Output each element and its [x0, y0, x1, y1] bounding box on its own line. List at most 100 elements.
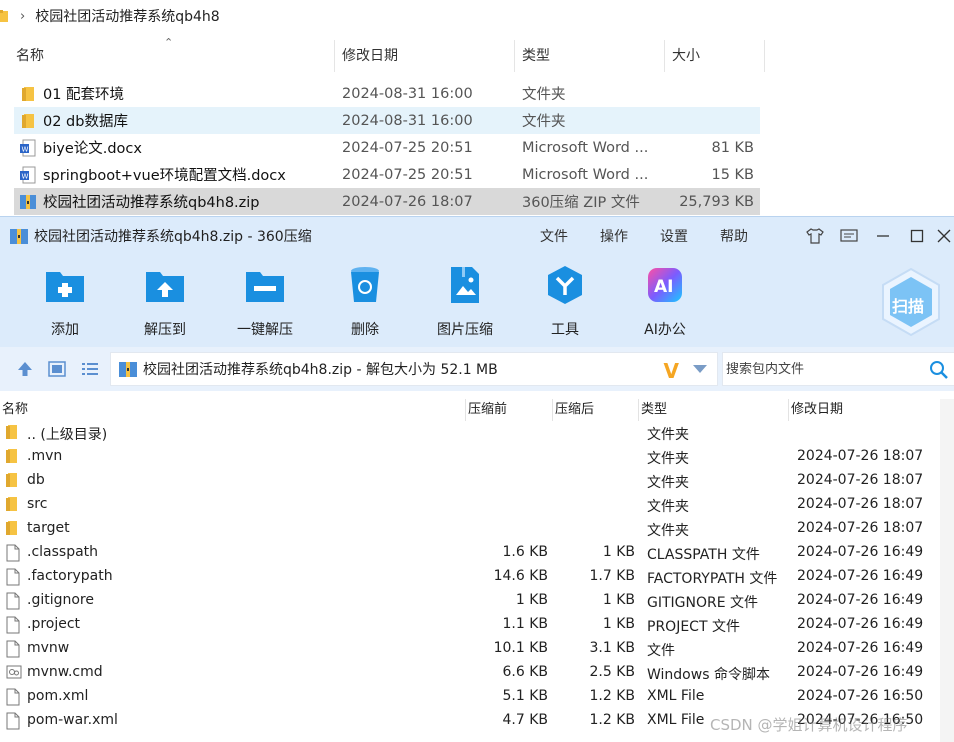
archive-window: 校园社团活动推荐系统qb4h8.zip - 360压缩 文件 操作 设置 帮助 … — [0, 216, 954, 742]
archive-row[interactable]: mvnw 10.1 KB 3.1 KB 文件 2024-07-26 16:49 — [0, 637, 940, 661]
column-divider[interactable] — [764, 40, 765, 72]
file-type: Microsoft Word ... — [522, 166, 649, 183]
entry-name: .. (上级目录) — [27, 427, 108, 443]
menu-help[interactable]: 帮助 — [720, 226, 748, 246]
column-type[interactable]: 类型 — [641, 399, 667, 421]
column-modified[interactable]: 修改日期 — [791, 399, 843, 421]
file-name: springboot+vue环境配置文档.docx — [43, 168, 286, 184]
v-logo-icon[interactable]: V — [664, 359, 679, 383]
entry-date: 2024-07-26 16:50 — [797, 712, 924, 728]
search-field[interactable] — [722, 352, 954, 386]
toolbar: 添加 解压到 一键解压 删除 图片压缩 工具 AI AI办公 扫描 — [0, 255, 954, 347]
column-compressed[interactable]: 压缩后 — [555, 399, 594, 421]
archive-row[interactable]: .. (上级目录) 文件夹 — [0, 421, 940, 445]
archive-row[interactable]: .classpath 1.6 KB 1 KB CLASSPATH 文件 2024-07-… — [0, 541, 940, 565]
column-name[interactable]: 名称 — [2, 399, 28, 421]
column-modified[interactable]: 修改日期 — [334, 40, 514, 72]
entry-type: 文件夹 — [647, 427, 689, 443]
entry-name: db — [27, 472, 45, 488]
menu-operation[interactable]: 操作 — [600, 226, 628, 246]
vertical-scrollbar[interactable] — [940, 399, 954, 742]
entry-name: mvnw.cmd — [27, 664, 103, 680]
archive-row[interactable]: .project 1.1 KB 1 KB PROJECT 文件 2024-07-26 1… — [0, 613, 940, 637]
add-button[interactable]: 添加 — [25, 263, 105, 339]
chevron-right-icon[interactable]: › — [20, 9, 25, 24]
archive-row[interactable]: pom-war.xml 4.7 KB 1.2 KB XML File 2024-07-2… — [0, 709, 940, 733]
image-compress-icon — [443, 263, 487, 307]
folder-icon — [18, 112, 38, 130]
entry-name: .mvn — [27, 448, 63, 464]
minimize-icon[interactable] — [866, 217, 900, 255]
column-divider[interactable] — [788, 399, 789, 421]
archive-row[interactable]: src 文件夹 2024-07-26 18:07 — [0, 493, 940, 517]
image-compress-button[interactable]: 图片压缩 — [425, 263, 505, 339]
extract-to-button[interactable]: 解压到 — [125, 263, 205, 339]
search-input[interactable] — [726, 361, 926, 377]
ai-office-button[interactable]: AI AI办公 — [625, 263, 705, 339]
entry-size: 6.6 KB — [502, 664, 549, 680]
archive-row[interactable]: target 文件夹 2024-07-26 18:07 — [0, 517, 940, 541]
file-type: 360压缩 ZIP 文件 — [522, 195, 640, 211]
scan-button[interactable]: 扫描 — [880, 267, 942, 337]
entry-date: 2024-07-26 16:49 — [797, 544, 924, 560]
folder-icon — [18, 85, 38, 103]
column-name[interactable]: 名称 — [8, 40, 334, 72]
entry-type: XML File — [647, 688, 705, 704]
archive-row[interactable]: .gitignore 1 KB 1 KB GITIGNORE 文件 2024-07-26… — [0, 589, 940, 613]
dropdown-caret-icon[interactable] — [693, 365, 707, 373]
column-size[interactable]: 大小 — [664, 40, 764, 72]
folder-icon — [6, 424, 22, 442]
entry-name: .project — [27, 616, 81, 632]
breadcrumb-path[interactable]: 校园社团活动推荐系统qb4h8 — [35, 6, 219, 26]
breadcrumb: › 校园社团活动推荐系统qb4h8 — [0, 0, 954, 32]
file-row[interactable]: W biye论文.docx 2024-07-25 20:51 Microsoft… — [14, 134, 760, 161]
file-row[interactable]: W springboot+vue环境配置文档.docx 2024-07-25 2… — [14, 161, 760, 188]
column-size[interactable]: 压缩前 — [468, 399, 507, 421]
delete-button[interactable]: 删除 — [325, 263, 405, 339]
one-click-extract-icon — [243, 263, 287, 307]
entry-type: 文件夹 — [647, 451, 689, 467]
menu-file[interactable]: 文件 — [540, 226, 568, 246]
entry-size: 5.1 KB — [502, 688, 549, 704]
extract-to-label: 解压到 — [144, 322, 186, 338]
column-divider[interactable] — [465, 399, 466, 421]
file-date: 2024-08-31 16:00 — [342, 112, 473, 129]
maximize-icon[interactable] — [900, 217, 934, 255]
file-type: 文件夹 — [522, 114, 566, 130]
file-row[interactable]: 01 配套环境 2024-08-31 16:00 文件夹 — [14, 80, 760, 107]
archive-column-header: 名称 压缩前 压缩后 类型 修改日期 — [0, 399, 954, 421]
one-click-extract-button[interactable]: 一键解压 — [225, 263, 305, 339]
feedback-message-icon[interactable] — [832, 217, 866, 255]
column-divider[interactable] — [552, 399, 553, 421]
thumbnail-view-icon[interactable] — [46, 359, 68, 379]
entry-date: 2024-07-26 16:49 — [797, 616, 924, 632]
up-arrow-icon[interactable] — [14, 359, 36, 379]
entry-date: 2024-07-26 18:07 — [797, 472, 924, 488]
title-bar[interactable]: 校园社团活动推荐系统qb4h8.zip - 360压缩 文件 操作 设置 帮助 — [0, 217, 954, 255]
archive-row[interactable]: .factorypath 14.6 KB 1.7 KB FACTORYPATH 文件 2… — [0, 565, 940, 589]
archive-row[interactable]: pom.xml 5.1 KB 1.2 KB XML File 2024-07-26 16… — [0, 685, 940, 709]
entry-date: 2024-07-26 18:07 — [797, 520, 924, 536]
zip-archive-icon — [10, 229, 28, 244]
archive-row[interactable]: .mvn 文件夹 2024-07-26 18:07 — [0, 445, 940, 469]
path-field[interactable]: 校园社团活动推荐系统qb4h8.zip - 解包大小为 52.1 MB V — [110, 352, 718, 386]
list-view-icon[interactable] — [79, 359, 101, 379]
svg-text:AI: AI — [654, 277, 673, 297]
file-type: Microsoft Word ... — [522, 139, 649, 156]
archive-row[interactable]: mvnw.cmd 6.6 KB 2.5 KB Windows 命令脚本 2024-07-… — [0, 661, 940, 685]
tools-button[interactable]: 工具 — [525, 263, 605, 339]
svg-text:W: W — [22, 145, 29, 153]
folder-icon — [6, 448, 22, 466]
file-row[interactable]: 校园社团活动推荐系统qb4h8.zip 2024-07-26 18:07 360… — [14, 188, 760, 215]
column-divider[interactable] — [638, 399, 639, 421]
entry-name: .gitignore — [27, 592, 94, 608]
archive-row[interactable]: db 文件夹 2024-07-26 18:07 — [0, 469, 940, 493]
column-type[interactable]: 类型 — [514, 40, 664, 72]
menu-settings[interactable]: 设置 — [660, 226, 688, 246]
entry-date: 2024-07-26 16:49 — [797, 568, 924, 584]
file-row[interactable]: 02 db数据库 2024-08-31 16:00 文件夹 — [14, 107, 760, 134]
search-icon[interactable] — [929, 360, 949, 380]
skin-shirt-icon[interactable] — [798, 217, 832, 255]
close-icon[interactable] — [934, 217, 954, 255]
entry-compressed-size: 1.2 KB — [589, 688, 636, 704]
